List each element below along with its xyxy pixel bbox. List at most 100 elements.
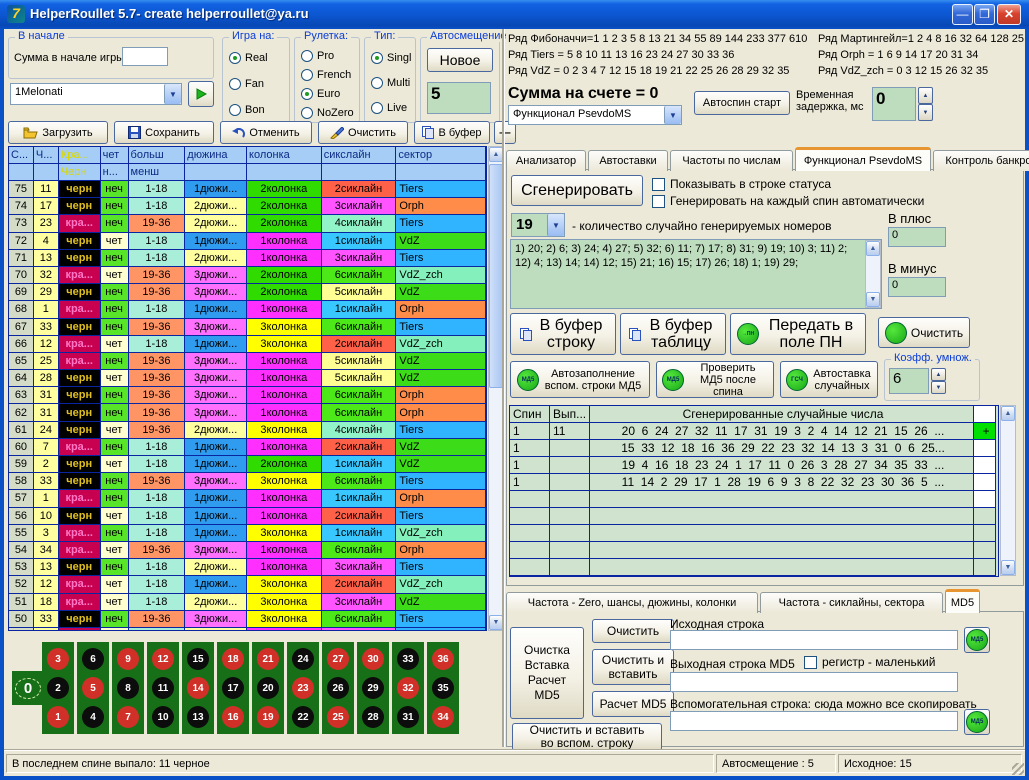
clear-generated-button[interactable]: Очистить <box>878 317 970 348</box>
output-md5-input[interactable] <box>670 672 958 692</box>
spins-row-66[interactable]: 6612кра...чет1-181дюжи...3колонка2сиклай… <box>9 336 486 353</box>
md5-calc-source-button[interactable]: МД5 <box>964 627 990 653</box>
spin-down-icon[interactable]: ▼ <box>931 381 946 394</box>
spins-row-56[interactable]: 5610чернчет1-181дюжи...1колонка2сиклайнT… <box>9 508 486 525</box>
close-button[interactable]: ✕ <box>997 4 1021 25</box>
spins-row-67[interactable]: 6733черннеч19-363дюжи...3колонка6сиклайн… <box>9 319 486 336</box>
spins-row-49[interactable]: 4916кра...чет1-182дюжи...1колонка3сиклай… <box>9 628 486 631</box>
send-to-pn-button[interactable]: →ПН Передать в поле ПН <box>730 313 866 355</box>
generated-row[interactable]: 111 14 2 29 17 1 28 19 6 9 3 8 22 32 23 … <box>510 474 998 491</box>
spins-row-70[interactable]: 7032кра...чет19-363дюжи...2колонка6сикла… <box>9 267 486 284</box>
radio-French[interactable]: French <box>301 69 351 81</box>
resize-grip[interactable] <box>1012 763 1024 775</box>
radio-icon[interactable] <box>301 69 313 81</box>
spins-row-68[interactable]: 681кра...неч1-181дюжи...1колонка1сиклайн… <box>9 301 486 318</box>
tab-Частота - Zero, шансы, дюжины, колонки[interactable]: Частота - Zero, шансы, дюжины, колонки <box>506 592 758 613</box>
spins-row-62[interactable]: 6231черннеч19-363дюжи...1колонка6сиклайн… <box>9 404 486 421</box>
radio-Singl[interactable]: Singl <box>371 52 411 64</box>
board-number-19[interactable]: 19 <box>252 700 284 734</box>
spins-row-59[interactable]: 592чернчет1-181дюжи...2колонка1сиклайнVd… <box>9 456 486 473</box>
board-number-10[interactable]: 10 <box>147 700 179 734</box>
radio-icon[interactable] <box>371 77 383 89</box>
spins-row-51[interactable]: 5118кра...чет1-182дюжи...3колонка3сиклай… <box>9 594 486 611</box>
spins-row-58[interactable]: 5833черннеч19-363дюжи...3колонка6сиклайн… <box>9 473 486 490</box>
spins-row-73[interactable]: 7323кра...неч19-362дюжи...2колонка4сикла… <box>9 215 486 232</box>
board-number-28[interactable]: 28 <box>357 700 389 734</box>
board-number-13[interactable]: 13 <box>182 700 214 734</box>
board-number-34[interactable]: 34 <box>427 700 459 734</box>
plus-value[interactable]: 0 <box>888 227 946 247</box>
tab-Контроль банкрол[interactable]: Контроль банкрол <box>933 150 1029 171</box>
spins-scroll-thumb[interactable] <box>489 164 503 388</box>
play-button[interactable] <box>188 81 214 107</box>
source-string-input[interactable] <box>670 630 958 650</box>
radio-icon[interactable] <box>229 104 241 116</box>
md5-clear-button[interactable]: Очистить <box>592 619 674 643</box>
tab-MD5[interactable]: MD5 <box>945 589 980 613</box>
autofill-md5-button[interactable]: МД5 Автозаполнение вспом. строки МД5 <box>510 361 650 398</box>
generate-button[interactable]: Сгенерировать <box>511 175 643 206</box>
spins-row-55[interactable]: 553кра...неч1-181дюжи...3колонка1сиклайн… <box>9 525 486 542</box>
scroll-up-icon[interactable]: ▲ <box>866 241 880 256</box>
radio-NoZero[interactable]: NoZero <box>301 107 354 119</box>
checkbox-show-status[interactable]: Показывать в строке статуса <box>652 177 831 191</box>
delay-spinner[interactable]: ▲▼ <box>918 87 933 121</box>
spins-row-63[interactable]: 6331черннеч19-363дюжи...1колонка6сиклайн… <box>9 387 486 404</box>
scroll-up-icon[interactable]: ▲ <box>489 147 503 162</box>
md5-clear-paste-aux-button[interactable]: Очистить и вставить во вспом. строку <box>512 723 662 751</box>
load-button[interactable]: Загрузить <box>8 121 108 144</box>
tab-Частоты по числам[interactable]: Частоты по числам <box>670 150 793 171</box>
check-md5-button[interactable]: МД5 Проверить МД5 после спина <box>656 361 774 398</box>
start-sum-input[interactable] <box>122 47 168 66</box>
checkbox-icon[interactable] <box>804 656 817 669</box>
checkbox-icon[interactable] <box>652 195 665 208</box>
buffer-row-button[interactable]: В буфер строку <box>510 313 616 355</box>
count-combo[interactable]: 19 ▼ <box>511 213 565 237</box>
radio-Pro[interactable]: Pro <box>301 50 334 62</box>
md5-big-button[interactable]: Очистка Вставка Расчет MD5 <box>510 627 584 719</box>
spins-row-71[interactable]: 7113черннеч1-182дюжи...1колонка3сиклайнT… <box>9 250 486 267</box>
spins-row-74[interactable]: 7417черннеч1-182дюжи...2колонка3сиклайнO… <box>9 198 486 215</box>
spins-row-72[interactable]: 724чернчет1-181дюжи...1колонка1сиклайнVd… <box>9 233 486 250</box>
radio-Multi[interactable]: Multi <box>371 77 410 89</box>
board-number-22[interactable]: 22 <box>287 700 319 734</box>
chevron-down-icon[interactable]: ▼ <box>164 84 181 104</box>
radio-Live[interactable]: Live <box>371 102 407 114</box>
register-checkbox[interactable]: регистр - маленький <box>804 655 935 669</box>
board-number-1[interactable]: 1 <box>42 700 74 734</box>
preset-combo[interactable]: 1Melonati ▼ <box>10 83 182 105</box>
spins-row-75[interactable]: 7511черннеч1-181дюжи...2колонка2сиклайнT… <box>9 181 486 198</box>
board-number-7[interactable]: 7 <box>112 700 144 734</box>
spins-row-53[interactable]: 5313черннеч1-182дюжи...1колонка3сиклайнT… <box>9 559 486 576</box>
md5-clear-paste-button[interactable]: Очистить и вставить <box>592 649 674 685</box>
board-number-16[interactable]: 16 <box>217 700 249 734</box>
save-button[interactable]: Сохранить <box>114 121 214 144</box>
spins-row-54[interactable]: 5434кра...чет19-363дюжи...1колонка6сикла… <box>9 542 486 559</box>
clear-button[interactable]: Очистить <box>318 121 408 144</box>
scroll-down-icon[interactable]: ▼ <box>1001 560 1015 575</box>
generated-numbers-textarea[interactable]: 1) 20; 2) 6; 3) 24; 4) 27; 5) 32; 6) 11;… <box>510 239 882 309</box>
board-number-31[interactable]: 31 <box>392 700 424 734</box>
spins-row-64[interactable]: 6428чернчет19-363дюжи...1колонка5сиклайн… <box>9 370 486 387</box>
textarea-scrollbar[interactable]: ▲ ▼ <box>865 240 881 308</box>
undo-button[interactable]: Отменить <box>220 121 312 144</box>
spins-row-57[interactable]: 571кра...неч1-181дюжи...1колонка1сиклайн… <box>9 490 486 507</box>
mode-combo[interactable]: Функционал PsevdoMS ▼ <box>508 105 682 125</box>
tab-Частота - сиклайны, сектора[interactable]: Частота - сиклайны, сектора <box>760 592 943 613</box>
tab-Функционал PsevdoMS[interactable]: Функционал PsevdoMS <box>795 147 931 171</box>
spins-row-50[interactable]: 5033черннеч19-363дюжи...3колонка6сиклайн… <box>9 611 486 628</box>
to-buffer-button[interactable]: В буфер <box>414 121 490 144</box>
aux-string-input[interactable] <box>670 711 958 731</box>
coef-spinner[interactable]: ▲▼ <box>931 368 946 394</box>
generated-row[interactable]: 11120 6 24 27 32 11 17 31 19 3 2 4 14 12… <box>510 423 998 440</box>
board-number-25[interactable]: 25 <box>322 700 354 734</box>
spin-down-icon[interactable]: ▼ <box>918 104 933 121</box>
new-button[interactable]: Новое <box>427 48 493 72</box>
spin-up-icon[interactable]: ▲ <box>931 368 946 381</box>
spins-row-69[interactable]: 6929черннеч19-363дюжи...2колонка5сиклайн… <box>9 284 486 301</box>
md5-calc-button[interactable]: Расчет MD5 <box>592 691 674 717</box>
generated-row[interactable]: 115 33 12 18 16 36 29 22 23 32 14 13 3 3… <box>510 440 998 457</box>
radio-icon[interactable] <box>301 107 313 119</box>
radio-icon[interactable] <box>229 52 241 64</box>
generated-row[interactable]: 119 4 16 18 23 24 1 17 11 0 26 3 28 27 3… <box>510 457 998 474</box>
